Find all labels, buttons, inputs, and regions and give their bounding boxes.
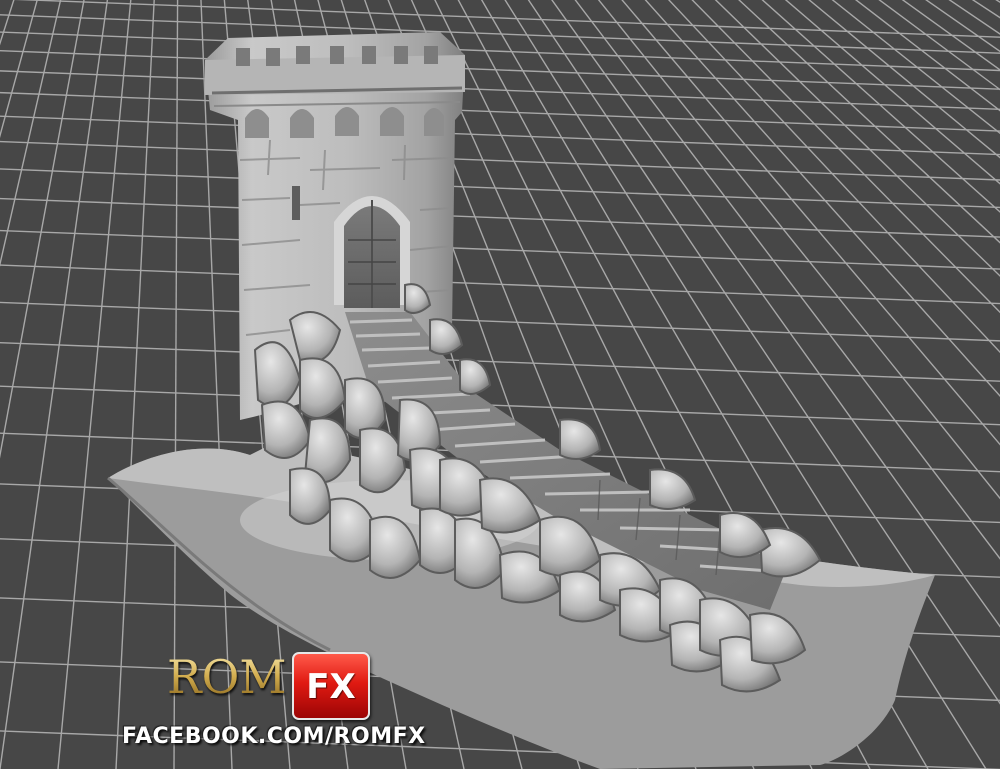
grid-line [0, 0, 85, 459]
logo-rom-text: ROM [167, 650, 287, 704]
grid-line [57, 0, 132, 769]
grid-line [0, 91, 1000, 132]
grid-line [0, 0, 109, 769]
grid-line [0, 0, 62, 267]
grid-line [0, 0, 38, 139]
romfx-logo: ROM FX FACEBOOK.COM/ROMFX [122, 650, 425, 755]
grid-line [0, 31, 1000, 72]
grid-line [0, 264, 1000, 305]
grid-line [0, 115, 1000, 156]
grid-line [0, 301, 1000, 342]
logo-fx-badge: FX [292, 652, 370, 720]
grid-line [971, 0, 1000, 19]
3d-viewport[interactable]: ROM FX FACEBOOK.COM/ROMFX [0, 0, 1000, 769]
grid-line [995, 0, 1000, 4]
grid-line [0, 197, 1000, 238]
logo-facebook-url: FACEBOOK.COM/ROMFX [122, 724, 426, 749]
grid-line [0, 229, 1000, 270]
grid-line [925, 0, 1000, 53]
grid-line [948, 0, 1000, 35]
logo-fx-text: FX [306, 667, 356, 707]
